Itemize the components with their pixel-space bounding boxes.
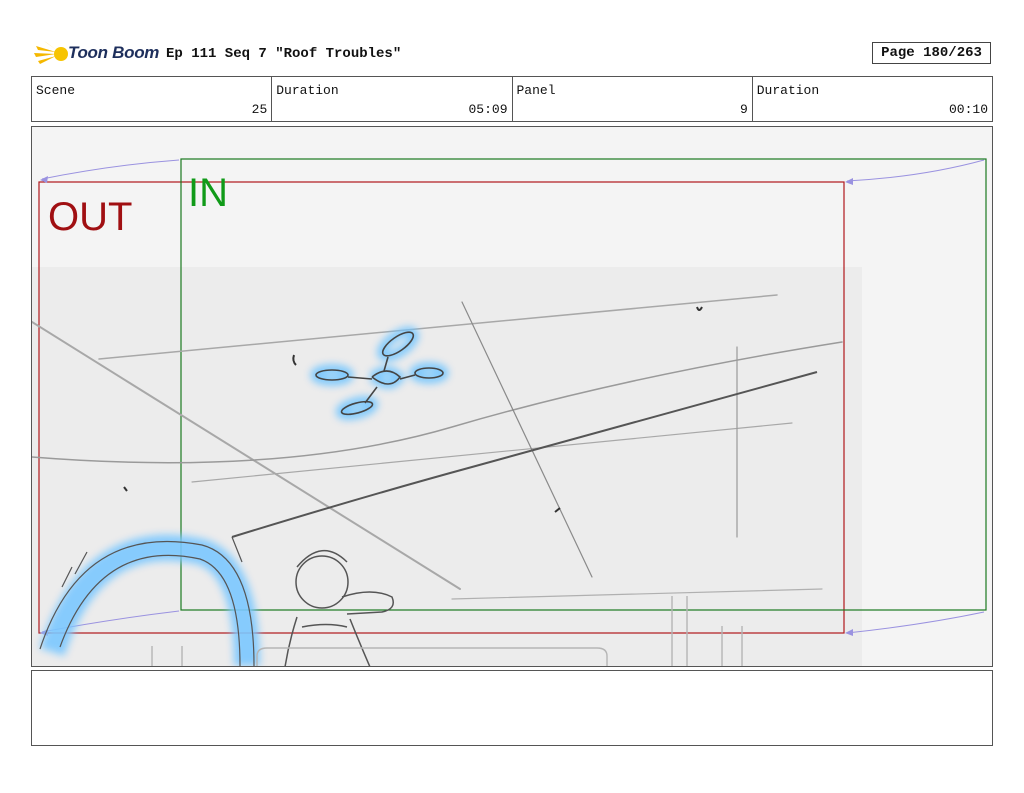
page-number: Page 180/263 (872, 42, 991, 64)
info-row: Scene 25 Duration 05:09 Panel 9 Duration… (31, 76, 993, 122)
out-frame-label: OUT (48, 195, 133, 239)
panel-value: 9 (739, 102, 748, 117)
scene-duration-label: Duration (276, 83, 339, 98)
panel-label: Panel (516, 83, 556, 98)
panel-duration-value: 00:10 (948, 102, 988, 117)
panel-notes-box (31, 670, 993, 746)
scene-duration-value: 05:09 (468, 102, 508, 117)
scene-duration-cell: Duration 05:09 (272, 77, 513, 121)
scene-cell: Scene 25 (32, 77, 273, 121)
in-frame-label: IN (188, 171, 228, 215)
panel-duration-cell: Duration 00:10 (753, 77, 992, 121)
scene-value: 25 (251, 102, 268, 117)
storyboard-sketch (32, 158, 987, 666)
scene-label: Scene (36, 83, 76, 98)
logo-text: Toon Boom (68, 43, 160, 62)
panel-duration-label: Duration (756, 83, 820, 98)
panel-cell: Panel 9 (513, 77, 753, 121)
episode-title: Ep 111 Seq 7 "Roof Troubles" (166, 46, 402, 62)
storyboard-panel: OUT IN (31, 126, 993, 667)
